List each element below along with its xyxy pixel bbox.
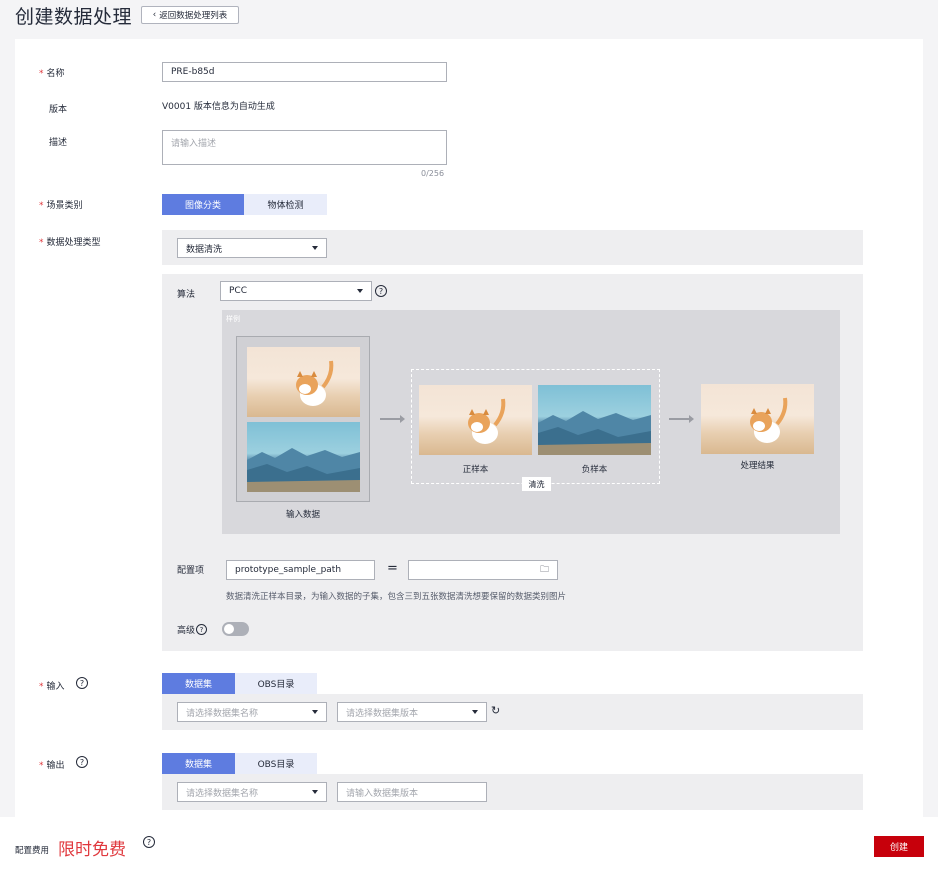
advanced-label-group: 高级 ? [177,623,208,636]
input-label: 输入 [46,682,65,692]
algorithm-label: 算法 [177,290,196,300]
advanced-label: 高级 [177,626,196,636]
result-caption: 处理结果 [740,461,775,471]
folder-icon[interactable]: 🗀 [540,562,549,578]
example-diagram: 样例 输入数据 正样本 负样本 清洗 处理结果 [222,310,840,534]
algorithm-select[interactable]: PCC [220,281,372,301]
cat-image [247,347,360,417]
description-counter: 0/256 [421,169,445,178]
arrow-right-icon [669,418,691,420]
input-tab-dataset[interactable]: 数据集 [162,673,235,694]
back-to-list-button[interactable]: ‹ 返回数据处理列表 [141,6,239,24]
output-source-tabs: 数据集 OBS目录 [162,753,317,774]
example-title: 样例 [226,315,240,323]
positive-sample-caption: 正样本 [462,465,489,475]
output-tab-dataset[interactable]: 数据集 [162,753,235,774]
input-source-tabs: 数据集 OBS目录 [162,673,317,694]
output-dataset-select[interactable]: 请选择数据集名称 [177,782,327,802]
result-image [701,384,814,454]
arrow-head-icon [689,415,694,423]
process-type-label: * 数据处理类型 [39,238,101,248]
description-label: 描述 [49,138,68,148]
input-help-icon[interactable]: ? [76,677,88,689]
advanced-help-icon[interactable]: ? [196,624,208,635]
cost-value: 限时免费 [58,840,126,860]
scene-segmented-control: 图像分类 物体检测 [162,194,327,215]
scene-label: * 场景类别 [39,201,83,211]
input-data-box [236,336,370,502]
chevron-down-icon [312,710,318,714]
chevron-down-icon [357,289,363,293]
config-label: 配置项 [177,566,205,576]
version-label: 版本 [49,105,68,115]
config-key-input[interactable]: prototype_sample_path [226,560,375,580]
arrow-head-icon [400,415,405,423]
output-label-group: * 输出 [39,761,65,771]
config-hint: 数据清洗正样本目录，为输入数据的子集，包含三到五张数据清洗想要保留的数据类别图片 [226,592,567,602]
output-label: 输出 [46,761,65,771]
positive-sample-image [419,385,532,455]
chevron-left-icon: ‹ [152,10,157,20]
name-label: * 名称 [39,69,65,79]
footer-bar: 配置费用 限时免费 ? 创建 [0,817,938,871]
output-help-icon[interactable]: ? [76,756,88,768]
name-input[interactable]: PRE-b85d [162,62,447,82]
advanced-toggle[interactable] [222,622,249,636]
output-panel: 请选择数据集名称 请输入数据集版本 [162,774,863,810]
process-type-select[interactable]: 数据清洗 [177,238,327,258]
clean-badge: 清洗 [522,477,551,491]
config-value-input[interactable]: 🗀 [408,560,558,580]
clean-dashed-box: 正样本 负样本 清洗 [411,369,660,491]
algorithm-help-icon[interactable]: ? [375,285,387,297]
cost-label: 配置费用 [15,846,50,856]
input-tab-obs[interactable]: OBS目录 [235,673,317,694]
input-data-caption: 输入数据 [285,510,320,520]
version-value: V0001 版本信息为自动生成 [162,102,275,112]
scene-option-image-classification[interactable]: 图像分类 [162,194,244,215]
chevron-down-icon [312,790,318,794]
negative-sample-image [538,385,651,455]
scene-option-object-detection[interactable]: 物体检测 [244,194,327,215]
form-card: * 名称 PRE-b85d 版本 V0001 版本信息为自动生成 描述 请输入描述… [15,39,923,817]
chevron-down-icon [472,710,478,714]
output-tab-obs[interactable]: OBS目录 [235,753,317,774]
input-label-group: * 输入 [39,682,65,692]
output-version-input[interactable]: 请输入数据集版本 [337,782,487,802]
refresh-icon[interactable]: ↻ [491,704,500,717]
input-dataset-select[interactable]: 请选择数据集名称 [177,702,327,722]
input-panel: 请选择数据集名称 请选择数据集版本 ↻ [162,694,863,730]
cost-help-icon[interactable]: ? [143,836,155,848]
process-type-panel: 数据清洗 [162,230,863,265]
description-textarea[interactable]: 请输入描述 [162,130,447,165]
equals-sign: = [387,561,398,576]
negative-sample-caption: 负样本 [581,465,608,475]
arrow-right-icon [380,418,402,420]
page-title: 创建数据处理 [15,6,133,28]
chevron-down-icon [312,246,318,250]
back-button-label: 返回数据处理列表 [159,11,228,21]
create-button[interactable]: 创建 [874,836,924,857]
algorithm-panel: 算法 PCC ? 样例 输入数据 正样本 负样本 清洗 处理结果 配置项 pro… [162,274,863,651]
input-version-select[interactable]: 请选择数据集版本 [337,702,487,722]
mountain-image [247,422,360,492]
